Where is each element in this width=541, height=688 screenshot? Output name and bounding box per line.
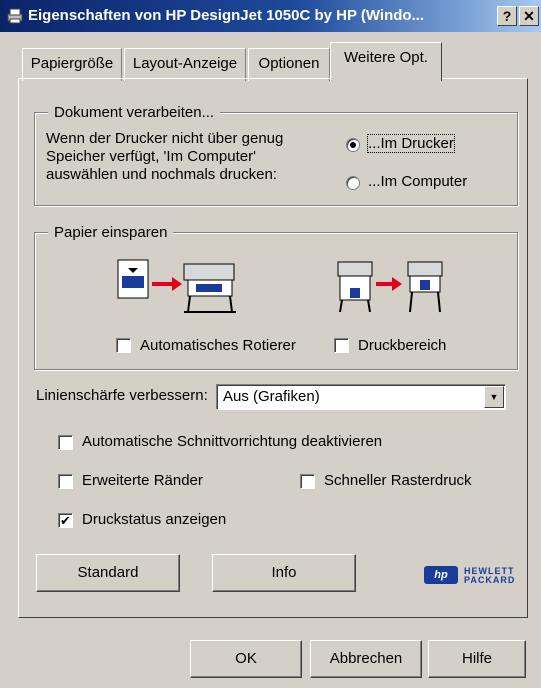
- raster-checkbox[interactable]: [300, 474, 315, 489]
- status-label[interactable]: Druckstatus anzeigen: [82, 511, 226, 528]
- druckbereich-label[interactable]: Druckbereich: [358, 337, 446, 354]
- tab-layout-anzeige[interactable]: Layout-Anzeige: [124, 48, 246, 81]
- close-button[interactable]: ✕: [519, 6, 539, 26]
- standard-button[interactable]: Standard: [36, 554, 180, 592]
- help-button[interactable]: ?: [497, 6, 517, 26]
- raender-checkbox[interactable]: [58, 474, 73, 489]
- printer-icon: [7, 8, 23, 24]
- radio-im-computer-label[interactable]: ...Im Computer: [368, 173, 467, 190]
- hilfe-button[interactable]: Hilfe: [428, 640, 526, 678]
- rotate-illustration-icon: [117, 259, 236, 313]
- tab-optionen[interactable]: Optionen: [248, 48, 330, 81]
- druckbereich-illustration-icon: [337, 261, 443, 313]
- ok-button[interactable]: OK: [190, 640, 302, 678]
- title-bar[interactable]: Eigenschaften von HP DesignJet 1050C by …: [0, 0, 541, 32]
- tab-weitere-opt[interactable]: Weitere Opt.: [330, 42, 442, 81]
- linien-label: Linienschärfe verbessern:: [36, 387, 208, 404]
- hp-logo-line-2: PACKARD: [464, 575, 516, 585]
- raender-label[interactable]: Erweiterte Ränder: [82, 472, 203, 489]
- dokument-desc-line-3: auswählen und nochmals drucken:: [46, 166, 277, 183]
- linien-select-value: Aus (Grafiken): [223, 388, 320, 405]
- schnitt-label[interactable]: Automatische Schnittvorrichtung deaktivi…: [82, 433, 382, 450]
- dokument-desc-line-2: Speicher verfügt, 'Im Computer': [46, 148, 256, 165]
- status-checkbox[interactable]: ✔: [58, 513, 73, 528]
- hp-logo-mark: hp: [424, 566, 458, 584]
- radio-im-drucker[interactable]: [346, 138, 360, 152]
- raster-label[interactable]: Schneller Rasterdruck: [324, 472, 472, 489]
- dokument-desc-line-1: Wenn der Drucker nicht über genug: [46, 130, 284, 147]
- radio-im-drucker-label[interactable]: ...Im Drucker: [367, 134, 455, 153]
- dokument-legend: Dokument verarbeiten...: [48, 104, 221, 121]
- papier-legend: Papier einsparen: [48, 224, 174, 241]
- druckbereich-checkbox[interactable]: [334, 338, 349, 353]
- auto-rotate-checkbox[interactable]: [116, 338, 131, 353]
- abbrechen-button[interactable]: Abbrechen: [310, 640, 422, 678]
- properties-dialog: Eigenschaften von HP DesignJet 1050C by …: [0, 0, 541, 688]
- radio-im-computer[interactable]: [346, 176, 360, 190]
- dropdown-arrow-icon[interactable]: ▼: [484, 386, 504, 408]
- tab-papiergroesse[interactable]: Papiergröße: [22, 48, 122, 81]
- schnitt-checkbox[interactable]: [58, 435, 73, 450]
- window-title: Eigenschaften von HP DesignJet 1050C by …: [28, 7, 425, 24]
- auto-rotate-label[interactable]: Automatisches Rotierer: [140, 337, 296, 354]
- linien-select[interactable]: Aus (Grafiken) ▼: [216, 384, 506, 410]
- info-button[interactable]: Info: [212, 554, 356, 592]
